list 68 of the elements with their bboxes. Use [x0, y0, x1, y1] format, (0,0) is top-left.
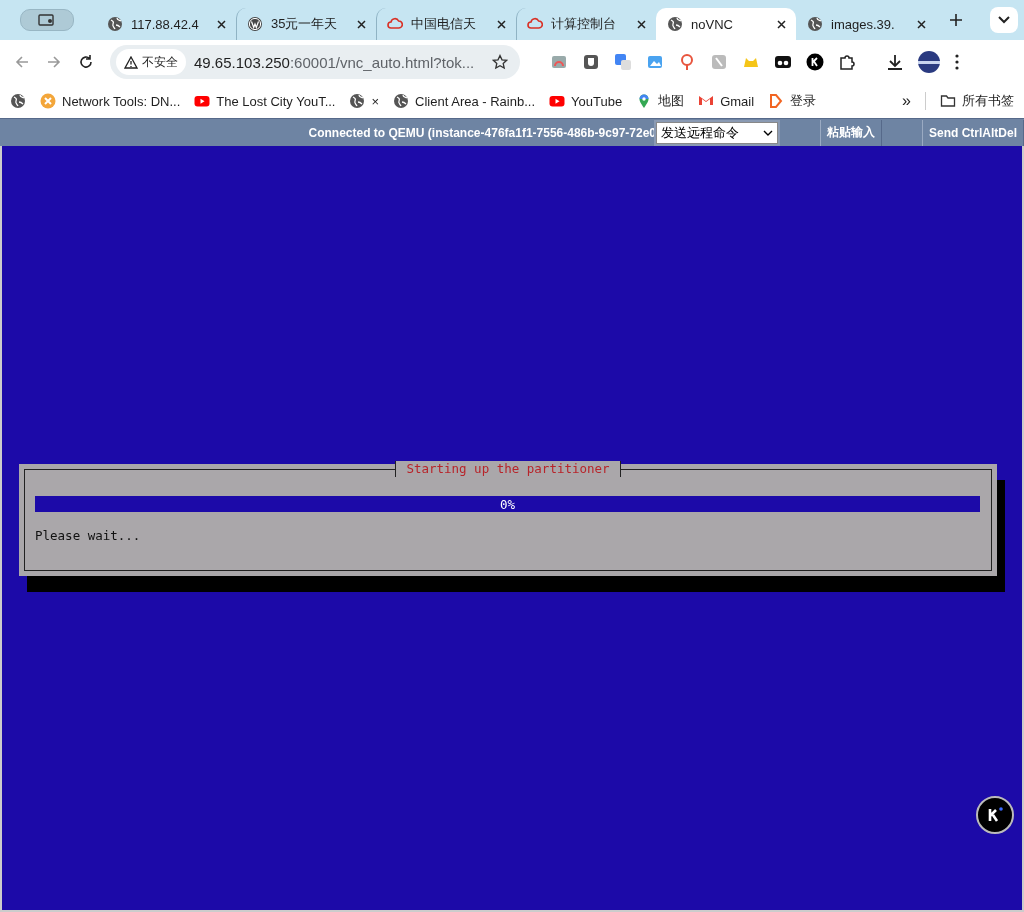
- close-icon[interactable]: [637, 19, 646, 29]
- login-logo-icon: [768, 93, 785, 109]
- warning-icon: [124, 55, 138, 69]
- new-tab-icon[interactable]: [950, 14, 962, 26]
- cloud-icon: [527, 16, 543, 32]
- bookmarks-overflow-button[interactable]: »: [902, 92, 911, 110]
- chevron-down-icon: [998, 16, 1010, 24]
- progress-label: 0%: [498, 496, 517, 512]
- reload-icon: [78, 54, 94, 70]
- puzzle-icon[interactable]: [838, 53, 856, 71]
- bookmark-item[interactable]: YouTube: [549, 93, 623, 109]
- back-arrow-icon: [14, 54, 30, 70]
- close-icon[interactable]: [217, 19, 226, 29]
- status-message: Please wait...: [35, 528, 142, 543]
- k-logo-button[interactable]: [976, 796, 1014, 834]
- remote-command-select[interactable]: 发送远程命令: [656, 121, 778, 144]
- bookmark-item[interactable]: Network Tools: DN...: [40, 93, 181, 109]
- star-icon[interactable]: [492, 54, 508, 70]
- globe-icon: [807, 16, 823, 32]
- url-host: 49.65.103.250: [194, 53, 290, 71]
- window-person-icon: [38, 14, 56, 26]
- tab-search-button[interactable]: [20, 9, 74, 31]
- browser-tab[interactable]: 117.88.42.4: [96, 8, 236, 40]
- translate-icon[interactable]: [614, 53, 632, 71]
- security-chip[interactable]: 不安全: [116, 49, 186, 75]
- k-logo-icon[interactable]: [806, 53, 824, 71]
- bookmark-item[interactable]: 登录: [768, 92, 817, 110]
- address-bar[interactable]: 不安全 49.65.103.250:60001/vnc_auto.html?tok...: [110, 45, 520, 79]
- bookmark-item[interactable]: The Lost City YouT...: [194, 93, 336, 109]
- globe-icon: [667, 16, 683, 32]
- caret-icon: [763, 129, 773, 136]
- send-ctrl-alt-del-button[interactable]: Send CtrlAltDel: [922, 119, 1024, 146]
- connection-status: Connected to QEMU (instance-476fa1f1-7556-486b-9c97-72e0: [307, 125, 656, 140]
- extension-icon[interactable]: [774, 53, 792, 71]
- dialog-title: Starting up the partitioner: [395, 461, 621, 477]
- avatar-icon[interactable]: [918, 51, 940, 73]
- globe-icon: [10, 93, 26, 109]
- browser-tab[interactable]: 中国电信天: [376, 8, 516, 40]
- close-icon[interactable]: [917, 19, 926, 29]
- tab-list-button[interactable]: [990, 7, 1018, 33]
- cloud-icon: [387, 16, 403, 32]
- close-icon[interactable]: [777, 19, 786, 29]
- pin-extension-icon[interactable]: [678, 53, 696, 71]
- close-icon[interactable]: [497, 19, 506, 29]
- paste-input-button[interactable]: 粘贴输入: [820, 119, 882, 146]
- youtube-icon: [194, 93, 211, 109]
- download-icon[interactable]: [886, 53, 904, 71]
- bookmark-item[interactable]: Gmail: [698, 93, 755, 109]
- bookmark-item[interactable]: ×: [349, 93, 380, 109]
- all-bookmarks-button[interactable]: 所有书签: [925, 92, 1014, 110]
- youtube-icon: [549, 93, 566, 109]
- globe-icon: [349, 93, 366, 109]
- globe-icon: [393, 93, 410, 109]
- network-tools-icon: [40, 93, 56, 109]
- browser-tab[interactable]: noVNC: [656, 8, 796, 40]
- shield-extension-icon[interactable]: [582, 53, 600, 71]
- forward-arrow-icon: [46, 54, 62, 70]
- browser-tab[interactable]: images.39.: [796, 8, 936, 40]
- browser-tab[interactable]: 35元一年天: [236, 8, 376, 40]
- bookmark-item[interactable]: 地图: [636, 92, 685, 110]
- folder-icon: [940, 93, 956, 109]
- globe-icon: [107, 16, 123, 32]
- bookmark-item[interactable]: Client Area - Rainb...: [393, 93, 536, 109]
- wordpress-icon: [247, 16, 263, 32]
- image-extension-icon[interactable]: [646, 53, 664, 71]
- menu-icon[interactable]: [954, 53, 960, 71]
- url-path: :60001/vnc_auto.html?tok...: [289, 53, 475, 71]
- close-icon[interactable]: [357, 19, 366, 29]
